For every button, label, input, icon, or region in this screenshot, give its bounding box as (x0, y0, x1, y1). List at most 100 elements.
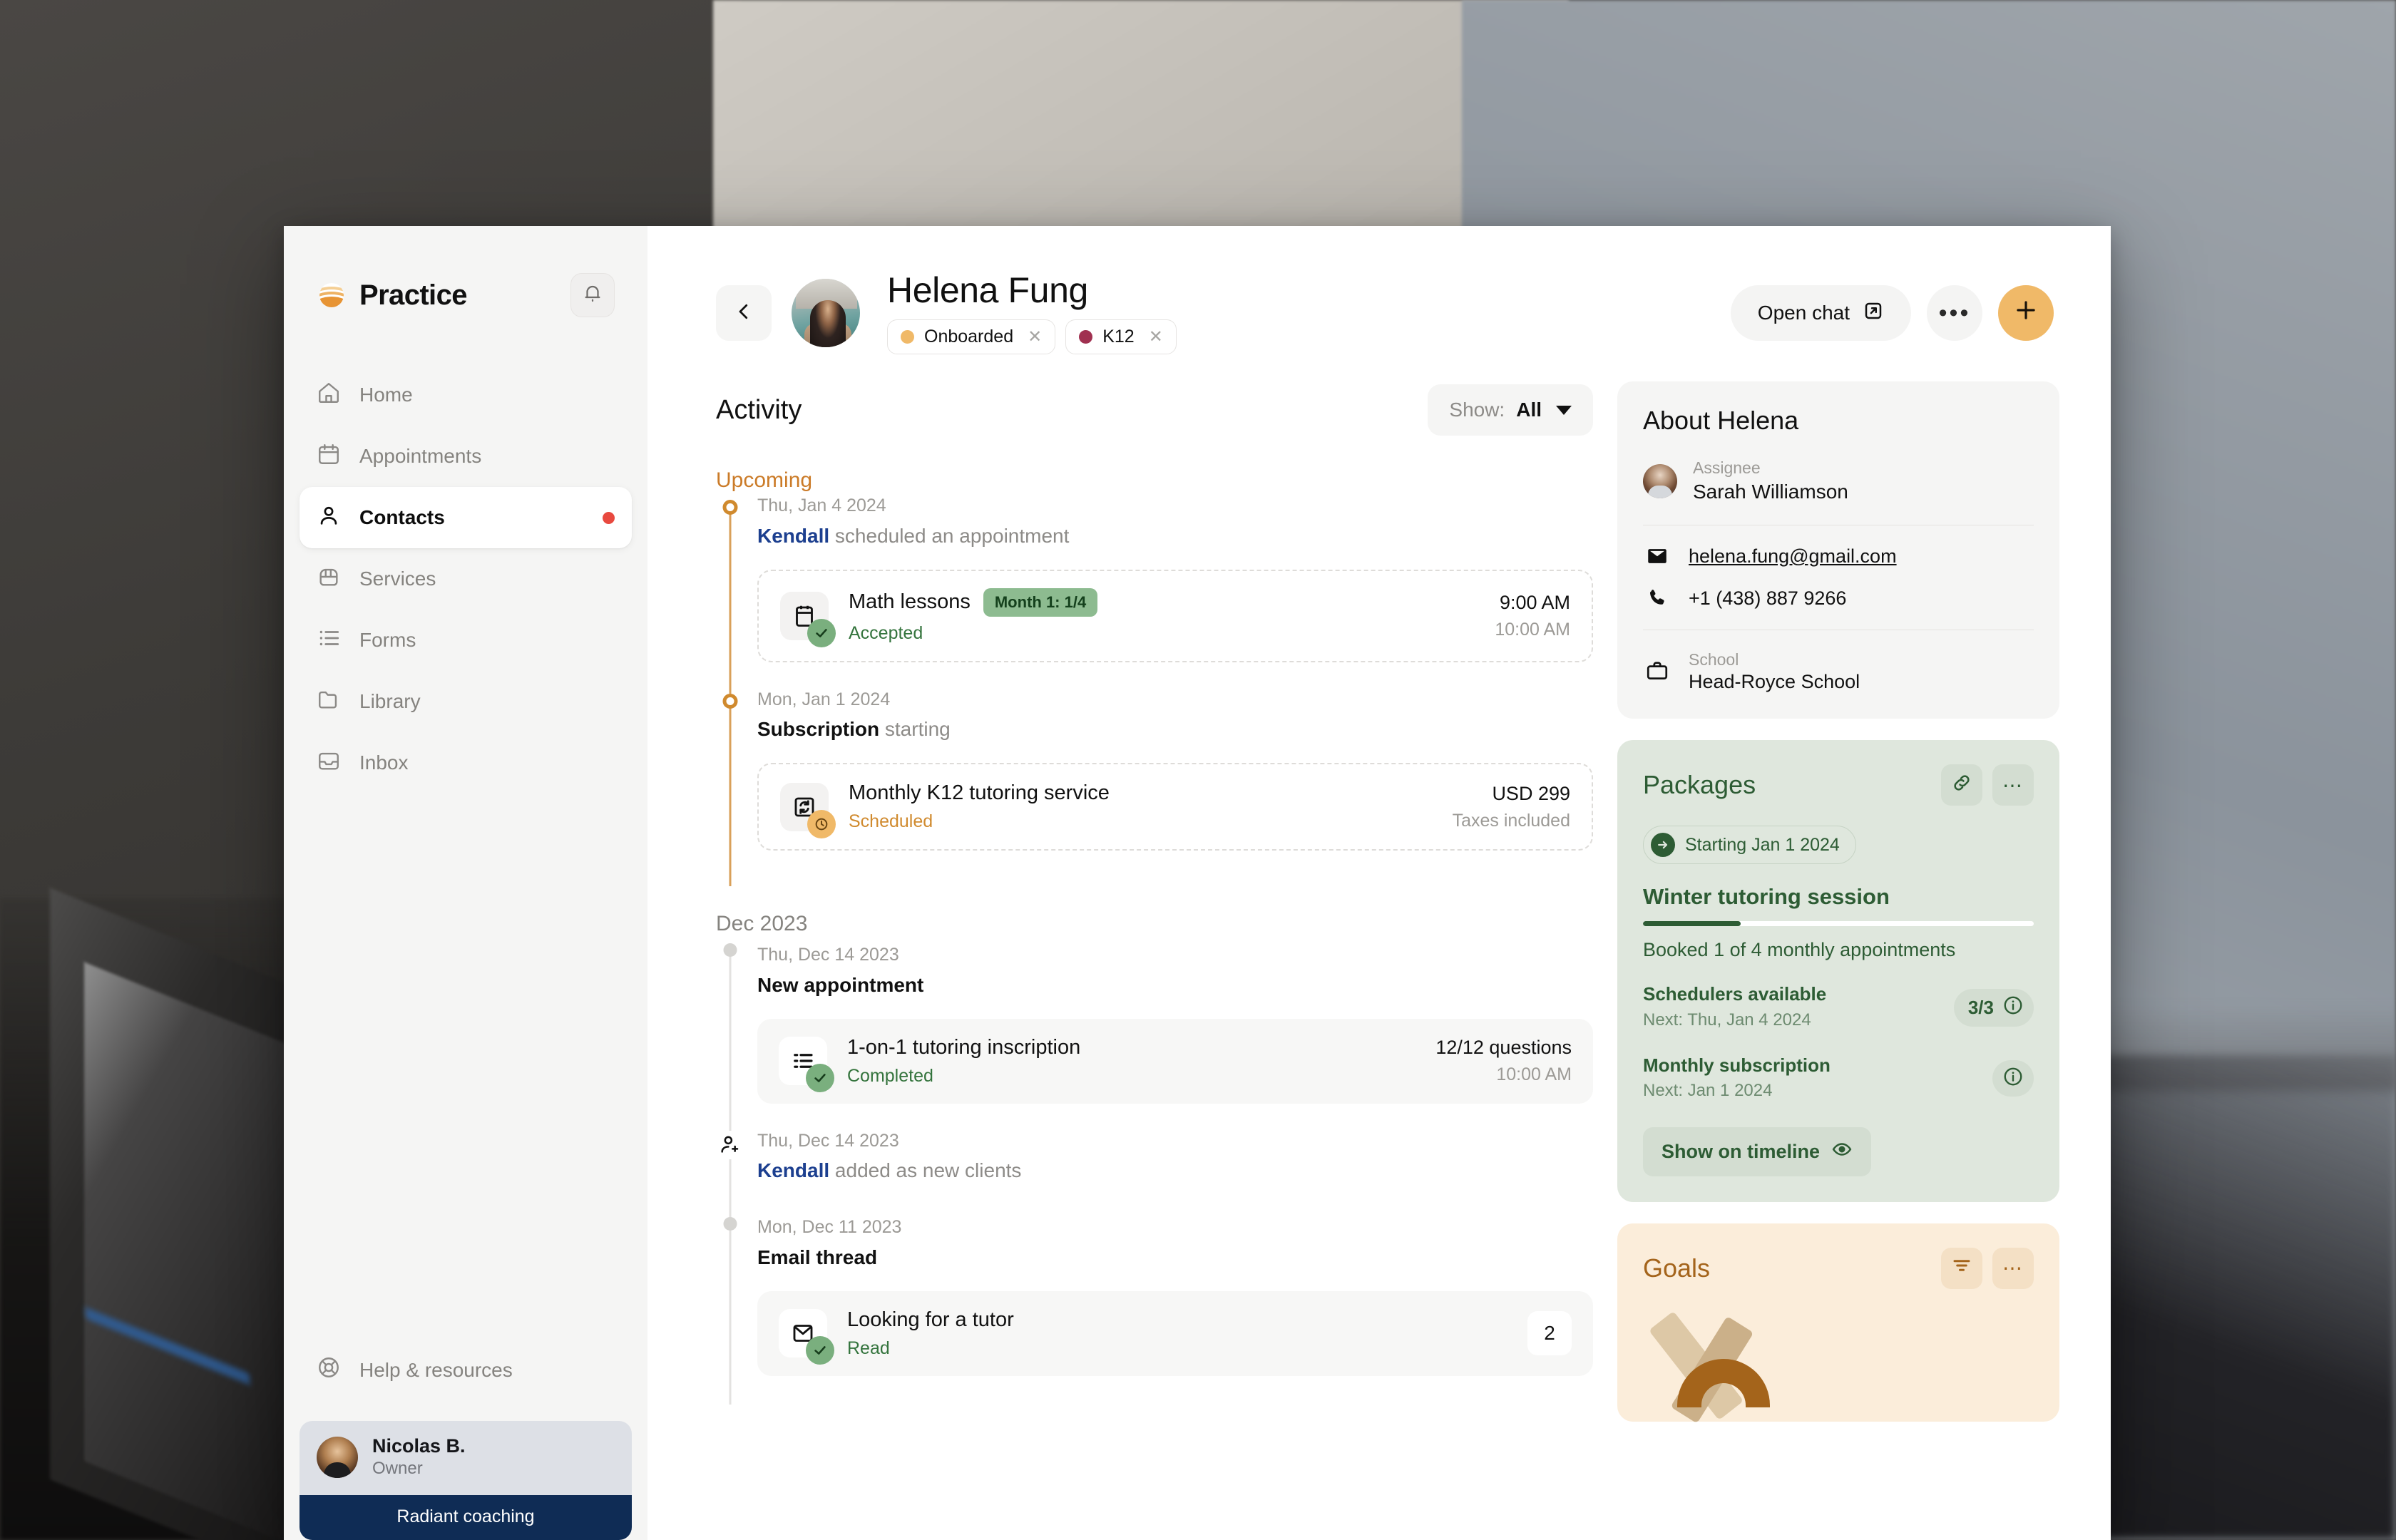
event-body: Monthly K12 tutoring service Scheduled (849, 781, 1433, 832)
check-icon (806, 1064, 834, 1092)
event-card-form[interactable]: 1-on-1 tutoring inscription Completed 12… (757, 1018, 1593, 1104)
event-card-subscription[interactable]: Monthly K12 tutoring service Scheduled U… (757, 763, 1593, 851)
goals-more-button[interactable]: ⋯ (1992, 1247, 2034, 1289)
tag-k12[interactable]: K12 ✕ (1065, 319, 1177, 354)
event-title-row: Looking for a tutor (847, 1308, 1507, 1332)
group-label-dec-2023: Dec 2023 (716, 912, 808, 935)
header-actions: Open chat ••• (1730, 285, 2054, 341)
more-icon: ••• (1938, 299, 1971, 327)
package-row-text: Schedulers available Next: Thu, Jan 4 20… (1643, 982, 1954, 1032)
folder-icon (317, 687, 341, 717)
subscription-info-button[interactable] (1992, 1059, 2034, 1097)
event-actor: Subscription (757, 718, 880, 740)
event-title-row: Math lessons Month 1: 1/4 (849, 587, 1475, 617)
goals-panel: Goals ⋯ (1617, 1223, 2059, 1424)
event-status: Scheduled (849, 811, 933, 831)
event-icon-wrap (779, 1309, 834, 1365)
event-body: Looking for a tutor Read (847, 1308, 1507, 1359)
sidebar: Practice Home Appointments Contacts Serv… (284, 226, 647, 1540)
right-sidebar: About Helena Assignee Sarah Williamson h… (1617, 371, 2059, 1540)
practice-logo-icon (317, 280, 347, 310)
sidebar-item-label: Appointments (359, 445, 482, 467)
school-row: School Head-Royce School (1643, 649, 2034, 693)
event-price: USD 299 (1492, 782, 1570, 804)
add-button[interactable] (1998, 285, 2054, 341)
copy-link-button[interactable] (1941, 764, 1982, 806)
event-chip: Month 1: 1/4 (983, 587, 1098, 617)
content-area: Activity Show: All Upcoming Thu, Jan 4 2… (647, 356, 2111, 1540)
more-options-button[interactable]: ••• (1927, 285, 1982, 341)
timeline-rail (716, 687, 744, 886)
sidebar-item-inbox[interactable]: Inbox (300, 732, 632, 794)
calendar-icon (317, 442, 341, 471)
user-card[interactable]: Nicolas B. Owner Radiant coaching (300, 1420, 632, 1540)
timeline-line (729, 1228, 732, 1405)
sidebar-item-forms[interactable]: Forms (300, 610, 632, 671)
eye-icon (1831, 1139, 1853, 1165)
unread-dot (603, 511, 615, 524)
list-icon (317, 626, 341, 655)
event-icon-wrap (780, 782, 836, 838)
tag-onboarded[interactable]: Onboarded ✕ (887, 319, 1056, 354)
sidebar-item-help-resources[interactable]: Help & resources (284, 1340, 647, 1401)
workspace-switcher[interactable]: Radiant coaching (300, 1495, 632, 1540)
sidebar-item-label: Inbox (359, 751, 409, 774)
show-on-timeline-button[interactable]: Show on timeline (1643, 1126, 1872, 1176)
close-icon[interactable]: ✕ (1149, 327, 1163, 347)
phone-row[interactable]: +1 (438) 887 9266 (1643, 587, 2034, 610)
event-actor[interactable]: Kendall (757, 1159, 829, 1181)
package-row-sub: Next: Jan 1 2024 (1643, 1081, 1773, 1101)
event-title: Math lessons (849, 590, 971, 613)
packages-header: Packages ⋯ (1643, 764, 2034, 806)
person-add-icon (716, 1130, 744, 1159)
filter-value: All (1516, 399, 1542, 421)
notifications-button[interactable] (570, 273, 615, 317)
package-booked-text: Booked 1 of 4 monthly appointments (1643, 939, 1956, 961)
sidebar-item-contacts[interactable]: Contacts (300, 487, 632, 548)
close-icon[interactable]: ✕ (1028, 327, 1042, 347)
schedulers-count-chip[interactable]: 3/3 (1953, 988, 2034, 1027)
goals-title: Goals (1643, 1253, 1711, 1283)
event-description: New appointment (757, 970, 1593, 1000)
back-button[interactable] (716, 285, 772, 341)
packages-more-button[interactable]: ⋯ (1992, 764, 2034, 806)
sidebar-item-library[interactable]: Library (300, 671, 632, 732)
event-card-email[interactable]: Looking for a tutor Read 2 (757, 1290, 1593, 1376)
event-date: Thu, Dec 14 2023 (757, 945, 899, 965)
email-value[interactable]: helena.fung@gmail.com (1689, 545, 1897, 568)
user-role: Owner (372, 1458, 423, 1478)
brand-row: Practice (284, 270, 647, 320)
schedulers-count: 3/3 (1967, 996, 1994, 1018)
avatar (1643, 463, 1677, 498)
package-row-subscription: Monthly subscription Next: Jan 1 2024 (1643, 1054, 2034, 1103)
activity-section: Activity Show: All Upcoming Thu, Jan 4 2… (716, 371, 1593, 1540)
goals-filter-button[interactable] (1941, 1247, 1982, 1289)
activity-filter-select[interactable]: Show: All (1428, 384, 1593, 436)
info-icon[interactable] (2002, 995, 2024, 1021)
timeline-rail (716, 1128, 744, 1217)
event-description: Subscription starting (757, 714, 1593, 744)
sidebar-item-home[interactable]: Home (300, 364, 632, 426)
event-date: Mon, Dec 11 2023 (757, 1217, 902, 1237)
filter-icon (1951, 1255, 1972, 1281)
assignee-row[interactable]: Assignee Sarah Williamson (1643, 457, 2034, 505)
event-price-note: Taxes included (1452, 810, 1570, 831)
arrow-right-circle-icon (1651, 833, 1675, 858)
event-status: Read (847, 1338, 890, 1358)
event-date: Thu, Dec 14 2023 (757, 1130, 899, 1151)
sidebar-item-label: Home (359, 384, 413, 406)
event-actor[interactable]: Kendall (757, 525, 829, 547)
brand[interactable]: Practice (317, 279, 467, 312)
person-icon (317, 503, 341, 533)
user-info[interactable]: Nicolas B. Owner (300, 1421, 632, 1495)
sidebar-item-appointments[interactable]: Appointments (300, 426, 632, 487)
event-action: New appointment (757, 973, 924, 996)
event-card-appointment[interactable]: Math lessons Month 1: 1/4 Accepted 9:00 … (757, 569, 1593, 662)
sidebar-item-services[interactable]: Services (300, 548, 632, 610)
event-time: 10:00 AM (1496, 1064, 1572, 1084)
package-row-text: Monthly subscription Next: Jan 1 2024 (1643, 1054, 1992, 1103)
open-chat-button[interactable]: Open chat (1730, 285, 1911, 341)
email-row[interactable]: helena.fung@gmail.com (1643, 544, 2034, 568)
group-label-upcoming: Upcoming (716, 468, 813, 492)
brand-name: Practice (359, 279, 467, 311)
